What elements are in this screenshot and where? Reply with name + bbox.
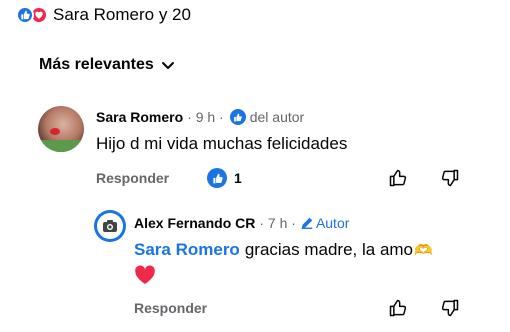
avatar[interactable] — [38, 106, 84, 152]
pencil-icon — [301, 217, 313, 229]
sort-label: Más relevantes — [39, 56, 154, 73]
comment-time[interactable]: · 7 h · — [259, 215, 296, 231]
comment-body: gracias madre, la amo — [244, 240, 414, 259]
comment-text: Hijo d mi vida muchas felicidades — [96, 134, 348, 153]
author-badge: Autor — [300, 215, 349, 231]
reply-button[interactable]: Responder — [96, 170, 169, 186]
comment-time[interactable]: · 9 h · — [187, 109, 224, 125]
thumbs-up-icon[interactable] — [387, 167, 409, 189]
reaction-count: 1 — [234, 170, 242, 186]
like-reaction-icon — [16, 6, 34, 24]
thumbs-down-icon[interactable] — [439, 297, 461, 319]
camera-icon — [97, 213, 123, 239]
heart-emoji: ❤️ — [134, 265, 156, 290]
comment-author[interactable]: Alex Fernando CR — [134, 215, 255, 231]
avatar[interactable] — [94, 210, 126, 242]
reactions-summary[interactable]: Sara Romero y 20 — [16, 4, 191, 26]
heart-hands-emoji: 🫶 — [414, 242, 433, 259]
reactions-summary-text[interactable]: Sara Romero y 20 — [53, 5, 191, 25]
mention-link[interactable]: Sara Romero — [134, 240, 240, 260]
like-reaction-icon — [207, 168, 227, 188]
comment-author[interactable]: Sara Romero — [96, 109, 183, 125]
comment-reaction-count[interactable]: 1 — [207, 168, 242, 188]
thumbs-down-icon[interactable] — [439, 167, 461, 189]
sort-dropdown[interactable]: Más relevantes — [39, 56, 176, 74]
comment-header: Sara Romero · 9 h · del autor — [96, 108, 304, 126]
chevron-down-icon — [161, 62, 174, 69]
comment-header: Alex Fernando CR · 7 h · Autor — [134, 214, 349, 232]
thumbs-up-icon[interactable] — [387, 297, 409, 319]
reply-button[interactable]: Responder — [134, 300, 207, 316]
liked-by-author-icon — [229, 109, 246, 125]
comment-text: Sara Romero gracias madre, la amo 🫶 — [134, 240, 433, 260]
liked-by-author-label: del autor — [249, 109, 305, 125]
author-tag-label: Autor — [315, 215, 350, 231]
